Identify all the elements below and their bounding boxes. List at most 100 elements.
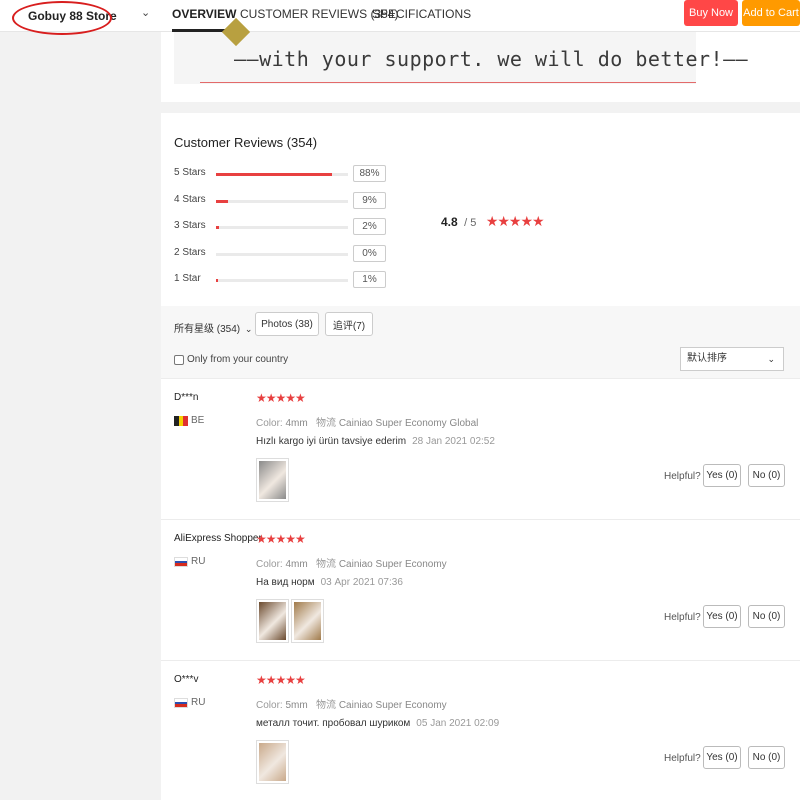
photo-thumbnail: [259, 461, 286, 499]
banner-text: ——with your support. we will do better!—…: [234, 47, 749, 71]
rating-row[interactable]: 1 Star 1%: [174, 271, 404, 289]
flag-stripe: [183, 416, 188, 426]
shipping-value: Cainiao Super Economy: [338, 559, 447, 570]
shipping-key: 物流: [316, 700, 337, 711]
reviewer-name: O***v: [174, 674, 199, 685]
only-country-option[interactable]: Only from your country: [174, 354, 288, 365]
rating-bar: [216, 173, 348, 176]
follow-up-filter-button[interactable]: 追评(7): [325, 312, 373, 336]
color-key: Color:: [256, 418, 283, 429]
overall-score: 4.8: [441, 215, 458, 229]
only-country-checkbox[interactable]: [174, 354, 184, 365]
shipping-value: Cainiao Super Economy: [338, 700, 447, 711]
rating-bar: [216, 199, 348, 203]
review-photos: [256, 740, 289, 784]
helpful-label: Helpful?: [664, 612, 701, 623]
store-selector[interactable]: Gobuy 88 Store ⌄: [0, 0, 160, 35]
flag-stripe: [175, 704, 187, 707]
add-to-cart-button[interactable]: Add to Cart: [742, 0, 800, 26]
banner-divider: [200, 82, 696, 83]
country-flag-icon: [174, 698, 188, 708]
tab-specifications[interactable]: SPECIFICATIONS: [372, 7, 471, 32]
only-country-label: Only from your country: [187, 354, 289, 365]
helpful-no-button[interactable]: No (0): [748, 605, 785, 628]
top-nav: Gobuy 88 Store ⌄ OVERVIEW CUSTOMER REVIE…: [0, 0, 800, 35]
country-flag-icon: [174, 416, 188, 426]
rating-bar-fill: [216, 199, 228, 203]
rating-label: 5 Stars: [174, 167, 206, 178]
review-attributes: Color: 4mm 物流 Cainiao Super Economy: [256, 555, 447, 570]
review-attributes: Color: 5mm 物流 Cainiao Super Economy: [256, 696, 447, 711]
annotation-circle: [12, 1, 112, 35]
sort-select[interactable]: 默认排序 ⌄: [680, 347, 784, 371]
rating-bar: [216, 226, 348, 229]
review-photos: [256, 599, 324, 643]
review-photos: [256, 458, 289, 502]
rating-label: 2 Stars: [174, 246, 206, 258]
review-photo[interactable]: [256, 458, 289, 502]
helpful-label: Helpful?: [664, 471, 701, 482]
rating-row[interactable]: 4 Stars 9%: [174, 191, 404, 210]
rating-bar: [216, 252, 348, 256]
photos-filter-button[interactable]: Photos (38): [255, 312, 319, 336]
rating-percent: 88%: [353, 165, 386, 182]
customer-reviews-section: Customer Reviews (354) 5 Stars 88% 4 Stars…: [161, 113, 800, 800]
review-text-row: металл точит. пробовал шурикoм 05 Jan 202…: [256, 718, 499, 729]
helpful-yes-button[interactable]: Yes (0): [703, 746, 741, 769]
rating-bar-fill: [216, 173, 333, 176]
review-stars-icon: ★★★★★: [256, 391, 306, 405]
description-banner-area: ——with your support. we will do better!—…: [161, 17, 800, 102]
rating-bar-fill: [216, 226, 219, 229]
reviewer-country: RU: [191, 697, 206, 708]
review-attributes: Color: 4mm 物流 Cainiao Super Economy Glob…: [256, 414, 478, 429]
sort-value: 默认排序: [687, 353, 727, 364]
review-filters: 所有星级 (354) ⌄ Photos (38) 追评(7) Only from…: [161, 306, 800, 378]
rating-row[interactable]: 3 Stars 2%: [174, 218, 404, 236]
color-key: Color:: [256, 700, 283, 711]
helpful-yes-button[interactable]: Yes (0): [703, 464, 741, 487]
color-value: 5mm: [285, 700, 308, 711]
shipping-value: Cainiao Super Economy Global: [338, 418, 479, 429]
rating-percent: 2%: [353, 218, 386, 235]
rating-percent: 9%: [353, 191, 386, 209]
shipping-key: 物流: [316, 418, 337, 429]
all-ratings-label: 所有星级 (354): [174, 324, 241, 335]
helpful-no-button[interactable]: No (0): [748, 746, 785, 769]
chevron-down-icon[interactable]: ⌄: [141, 6, 150, 19]
reviews-title: Customer Reviews (354): [174, 135, 318, 150]
rating-label: 3 Stars: [174, 220, 206, 231]
review-photo[interactable]: [291, 599, 324, 643]
description-banner: ——with your support. we will do better!—…: [174, 17, 748, 84]
review-stars-icon: ★★★★★: [256, 532, 306, 546]
reviewer-name: AliExpress Shopper: [174, 533, 262, 544]
review-text: Hızlı kargo iyi ürün tavsiye ederim: [256, 436, 407, 447]
review-date: 03 Apr 2021 07:36: [320, 577, 403, 588]
all-ratings-dropdown[interactable]: 所有星级 (354) ⌄: [174, 320, 252, 335]
photo-thumbnail: [259, 602, 286, 640]
review-photo[interactable]: [256, 740, 289, 784]
buy-now-button[interactable]: Buy Now: [684, 0, 738, 26]
rating-row[interactable]: 5 Stars 88%: [174, 165, 404, 183]
reviewer-country: BE: [191, 415, 205, 426]
review-item: O***v RU ★★★★★ Color: 5mm 物流 Cainiao Super …: [161, 660, 800, 800]
helpful-no-button[interactable]: No (0): [748, 464, 785, 487]
photo-thumbnail: [294, 602, 321, 640]
overall-stars-icon: ★★★★★: [485, 213, 545, 229]
rating-label: 1 Star: [174, 273, 201, 284]
helpful-yes-button[interactable]: Yes (0): [703, 605, 741, 628]
rating-percent: 0%: [353, 244, 386, 262]
color-key: Color:: [256, 559, 283, 570]
reviewer-name: D***n: [174, 392, 199, 403]
review-photo[interactable]: [256, 599, 289, 643]
rating-bar-fill: [216, 279, 218, 282]
review-text-row: На вид норм 03 Apr 2021 07:36: [256, 577, 403, 588]
rating-row[interactable]: 2 Stars 0%: [174, 244, 404, 263]
review-item: AliExpress Shopper RU ★★★★★ Color: 4mm 物流 C…: [161, 519, 800, 660]
review-date: 28 Jan 2021 02:52: [412, 436, 495, 447]
review-text: На вид норм: [256, 577, 315, 588]
review-item: D***n BE ★★★★★ Color: 4mm 物流 Cainiao Super …: [161, 378, 800, 519]
rating-label: 4 Stars: [174, 193, 206, 205]
review-text-row: Hızlı kargo iyi ürün tavsiye ederim 28 Ja…: [256, 436, 495, 447]
chevron-down-icon: ⌄: [244, 324, 253, 334]
photo-thumbnail: [259, 743, 286, 781]
